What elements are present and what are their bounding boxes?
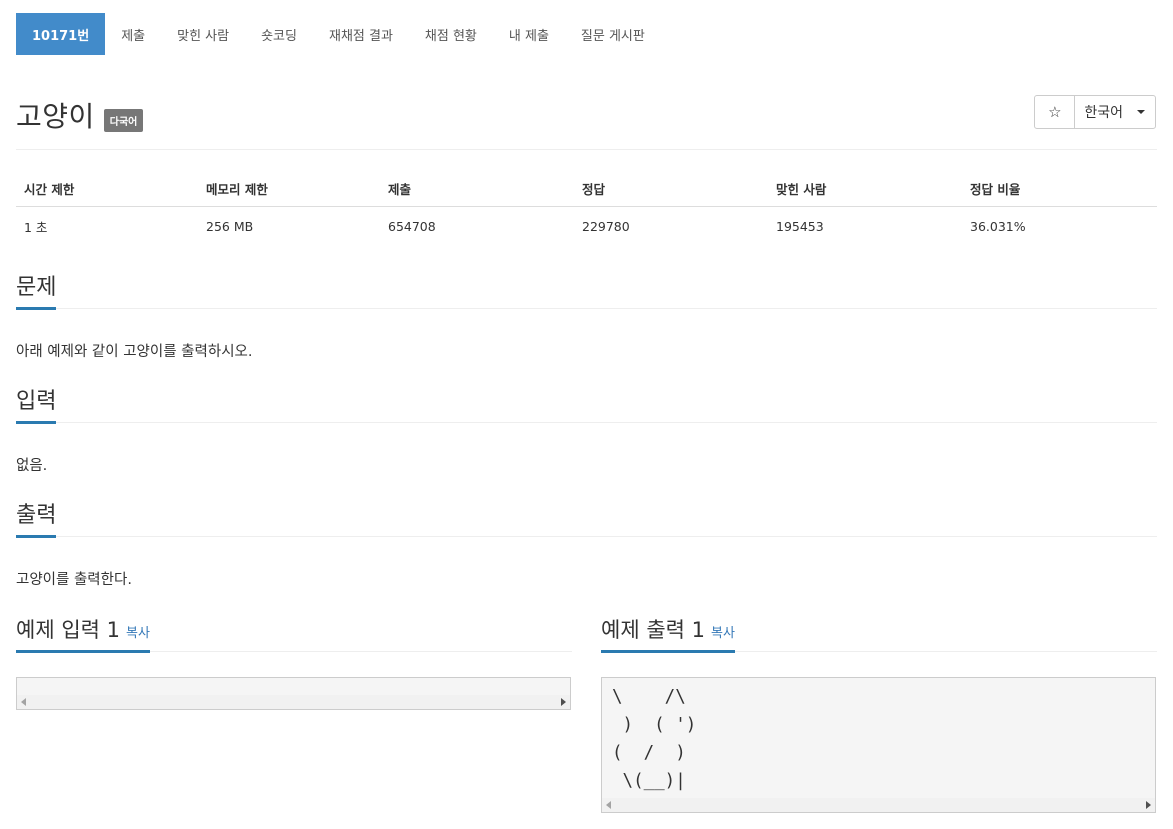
star-icon: ☆: [1048, 103, 1062, 121]
sample-output-heading-wrap: 예제 출력 1 복사: [601, 614, 735, 653]
table-row: 1 초 256 MB 654708 229780 195453 36.031%: [16, 207, 1157, 247]
copy-sample-output-link[interactable]: 복사: [711, 626, 735, 641]
sample-input-heading: 예제 입력 1: [16, 618, 120, 642]
horizontal-scrollbar[interactable]: [602, 798, 1155, 812]
caret-down-icon: [1137, 110, 1145, 114]
value-accept-ratio: 36.031%: [970, 219, 1026, 234]
tab-submit[interactable]: 제출: [105, 13, 161, 55]
sample-input-box: [16, 677, 571, 710]
tab-solved-users[interactable]: 맞힌 사람: [161, 13, 245, 55]
sample-output-heading: 예제 출력 1: [601, 618, 705, 642]
value-time-limit: 1 초: [24, 220, 48, 235]
value-solved-users: 195453: [776, 219, 824, 234]
tab-question-board[interactable]: 질문 게시판: [565, 13, 661, 55]
value-submissions: 654708: [388, 219, 436, 234]
language-label: 한국어: [1084, 105, 1123, 121]
header-solved-users: 맞힌 사람: [768, 170, 962, 207]
favorite-button[interactable]: ☆: [1035, 96, 1076, 128]
scroll-left-icon[interactable]: [606, 801, 611, 809]
header-submissions: 제출: [380, 170, 574, 207]
language-dropdown[interactable]: 한국어: [1075, 96, 1155, 128]
title-actions: ☆ 한국어: [1034, 95, 1156, 129]
tab-judge-status[interactable]: 채점 현황: [409, 13, 493, 55]
input-heading: 입력: [16, 383, 57, 424]
sample-input-content: [17, 678, 570, 683]
value-memory-limit: 256 MB: [206, 219, 254, 234]
description-text: 아래 예제와 같이 고양이를 출력하시오.: [16, 344, 253, 360]
tab-my-submissions[interactable]: 내 제출: [493, 13, 565, 55]
table-header-row: 시간 제한 메모리 제한 제출 정답 맞힌 사람 정답 비율: [16, 170, 1157, 207]
sample-input-header: 예제 입력 1 복사: [16, 609, 572, 653]
output-section-header: 출력: [16, 497, 1157, 538]
tab-rejudge-results[interactable]: 재채점 결과: [313, 13, 409, 55]
scroll-left-icon[interactable]: [21, 698, 26, 706]
multilanguage-badge: 다국어: [103, 108, 144, 132]
horizontal-scrollbar[interactable]: [17, 695, 570, 709]
scroll-right-icon[interactable]: [561, 698, 566, 706]
sample-output-column: 예제 출력 1 복사: [601, 609, 1157, 653]
input-section-header: 입력: [16, 383, 1157, 424]
header-time-limit: 시간 제한: [16, 170, 198, 207]
output-text: 고양이를 출력한다.: [16, 572, 132, 588]
copy-sample-input-link[interactable]: 복사: [126, 626, 150, 641]
title-divider: [16, 149, 1157, 150]
sample-output-content: \ /\ ) ( ') ( / ) \(__)|: [612, 687, 697, 791]
header-accepted: 정답: [574, 170, 768, 207]
sample-input-heading-wrap: 예제 입력 1 복사: [16, 614, 150, 653]
description-heading: 문제: [16, 269, 57, 310]
output-heading: 출력: [16, 497, 57, 538]
value-accepted: 229780: [582, 219, 630, 234]
problem-info-table: 시간 제한 메모리 제한 제출 정답 맞힌 사람 정답 비율 1 초 256 M…: [16, 170, 1157, 246]
sample-input-column: 예제 입력 1 복사: [16, 609, 572, 653]
page-title: 고양이: [16, 100, 95, 133]
header-memory-limit: 메모리 제한: [198, 170, 380, 207]
scroll-right-icon[interactable]: [1146, 801, 1151, 809]
description-section-header: 문제: [16, 269, 1157, 310]
input-text: 없음.: [16, 458, 48, 474]
tab-problem[interactable]: 10171번: [16, 13, 106, 55]
tab-short-coding[interactable]: 숏코딩: [245, 13, 313, 55]
sample-output-header: 예제 출력 1 복사: [601, 609, 1157, 653]
title-row: 고양이 다국어: [16, 95, 144, 135]
problem-tabs: 10171번 제출 맞힌 사람 숏코딩 재채점 결과 채점 현황 내 제출 질문…: [16, 13, 661, 55]
sample-output-box: \ /\ ) ( ') ( / ) \(__)|: [601, 677, 1156, 813]
header-accept-ratio: 정답 비율: [962, 170, 1157, 207]
